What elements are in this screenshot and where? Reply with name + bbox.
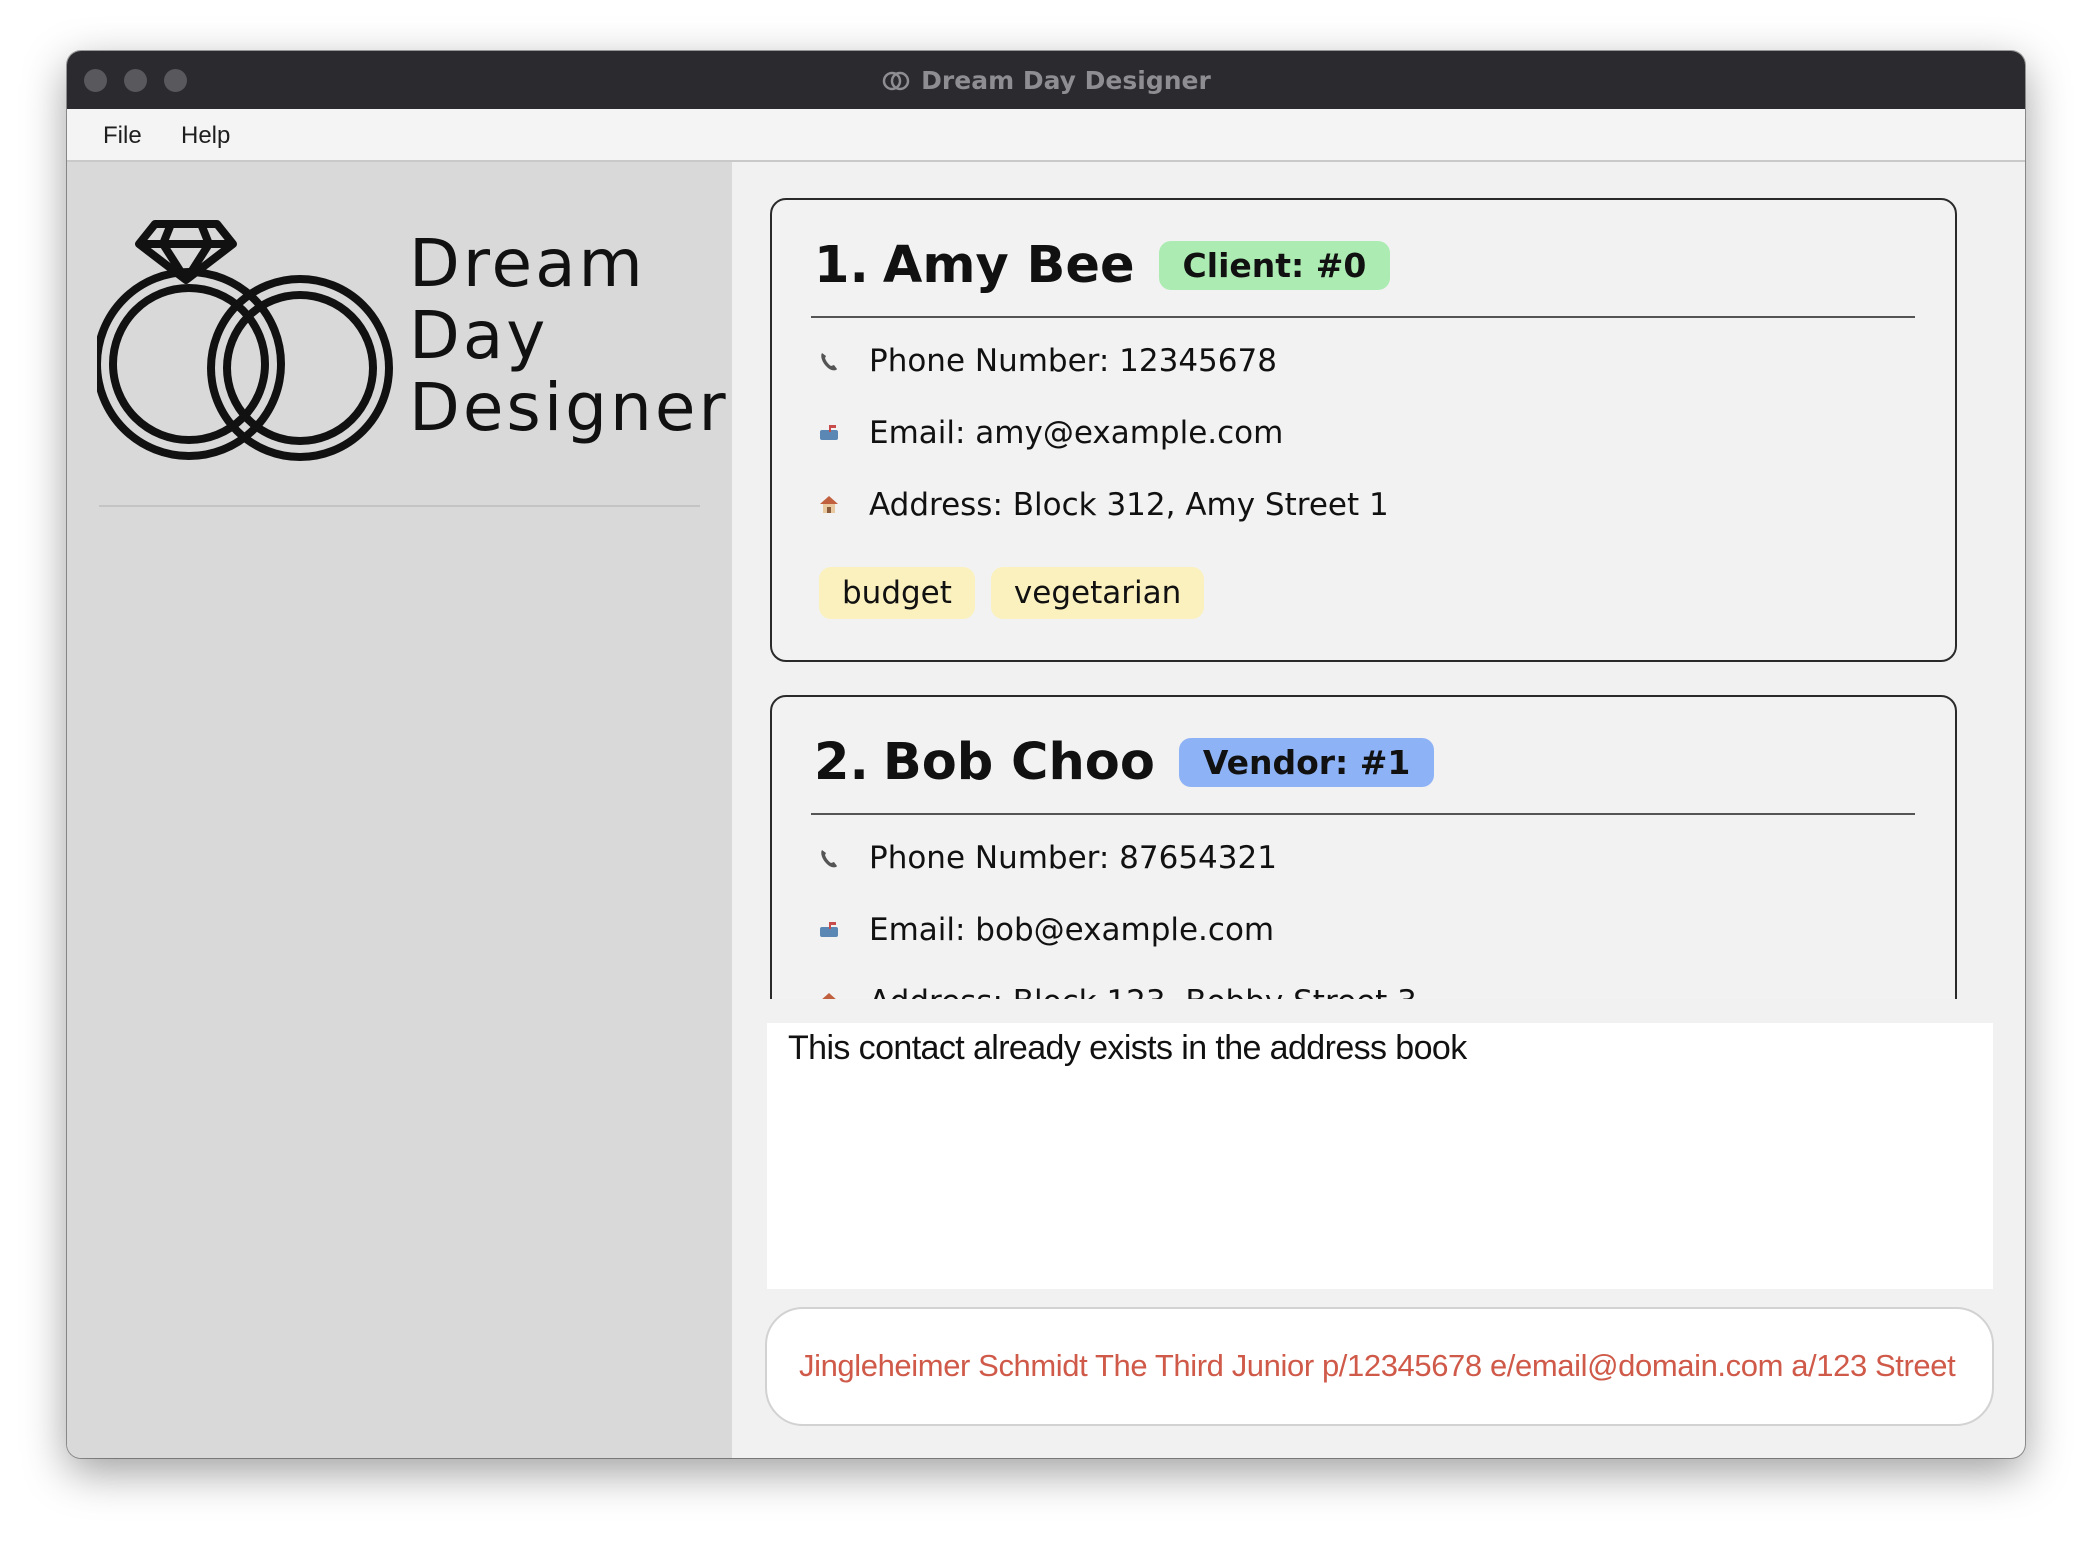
menu-help[interactable]: Help <box>181 122 230 150</box>
phone-icon <box>821 353 837 371</box>
sidebar-divider <box>99 505 700 507</box>
email-text: Email: amy@example.com <box>869 415 1284 451</box>
phone-text: Phone Number: 12345678 <box>869 343 1277 379</box>
phone-field: Phone Number: 12345678 <box>817 343 1277 379</box>
logo-line-2: Day <box>409 297 549 374</box>
contact-card[interactable]: 1. Amy Bee Client: #0 Phone Number: 12345… <box>770 198 1957 662</box>
contact-name: 1. Amy Bee <box>814 236 1135 295</box>
command-input-text[interactable]: Jingleheimer Schmidt The Third Junior p/… <box>799 1348 1956 1384</box>
card-divider <box>811 316 1915 318</box>
address-text: Address: Block 312, Amy Street 1 <box>869 487 1389 523</box>
menu-file[interactable]: File <box>103 122 142 150</box>
result-display: This contact already exists in the addre… <box>767 1023 1993 1289</box>
app-window: Dream Day Designer File Help Dream Day D… <box>67 51 2025 1458</box>
role-badge: Client: #0 <box>1158 241 1391 290</box>
contact-card[interactable]: 2. Bob Choo Vendor: #1 Phone Number: 8765… <box>770 695 1957 999</box>
tag-list: budget vegetarian <box>819 567 1220 619</box>
house-icon <box>822 993 836 999</box>
window-title: Dream Day Designer <box>921 65 1211 95</box>
contact-name: 2. Bob Choo <box>814 733 1155 792</box>
tag: budget <box>819 567 975 619</box>
card-divider <box>811 813 1915 815</box>
logo-line-3: Designer <box>409 369 729 446</box>
mailbox-icon <box>820 425 838 440</box>
tag: vegetarian <box>990 567 1205 619</box>
contact-name-text: Bob Choo <box>882 733 1155 792</box>
address-field: Address: Block 312, Amy Street 1 <box>817 487 1389 523</box>
menu-bar: File Help <box>67 109 2025 162</box>
email-field: Email: bob@example.com <box>817 912 1274 948</box>
phone-text: Phone Number: 87654321 <box>869 840 1277 876</box>
contact-index: 2. <box>814 733 869 792</box>
phone-icon <box>821 850 837 868</box>
contact-index: 1. <box>814 236 869 295</box>
logo-wordmark: Dream Day Designer <box>409 228 729 444</box>
contact-list[interactable]: 1. Amy Bee Client: #0 Phone Number: 12345… <box>767 179 2025 999</box>
wedding-rings-logo <box>97 220 393 461</box>
mailbox-icon <box>820 922 838 937</box>
phone-field: Phone Number: 87654321 <box>817 840 1277 876</box>
command-input[interactable]: Jingleheimer Schmidt The Third Junior p/… <box>765 1307 1994 1426</box>
role-badge: Vendor: #1 <box>1178 738 1435 787</box>
address-field: Address: Block 123, Bobby Street 3 <box>817 984 1417 999</box>
house-icon <box>820 496 838 513</box>
logo-line-1: Dream <box>409 225 646 302</box>
sidebar: Dream Day Designer <box>67 162 732 1458</box>
email-field: Email: amy@example.com <box>817 415 1283 451</box>
address-text: Address: Block 123, Bobby Street 3 <box>869 984 1417 999</box>
rings-icon <box>882 71 910 91</box>
email-text: Email: bob@example.com <box>869 912 1275 948</box>
contact-name-text: Amy Bee <box>882 236 1135 295</box>
title-bar: Dream Day Designer <box>67 51 2025 109</box>
result-message: This contact already exists in the addre… <box>788 1029 1467 1067</box>
